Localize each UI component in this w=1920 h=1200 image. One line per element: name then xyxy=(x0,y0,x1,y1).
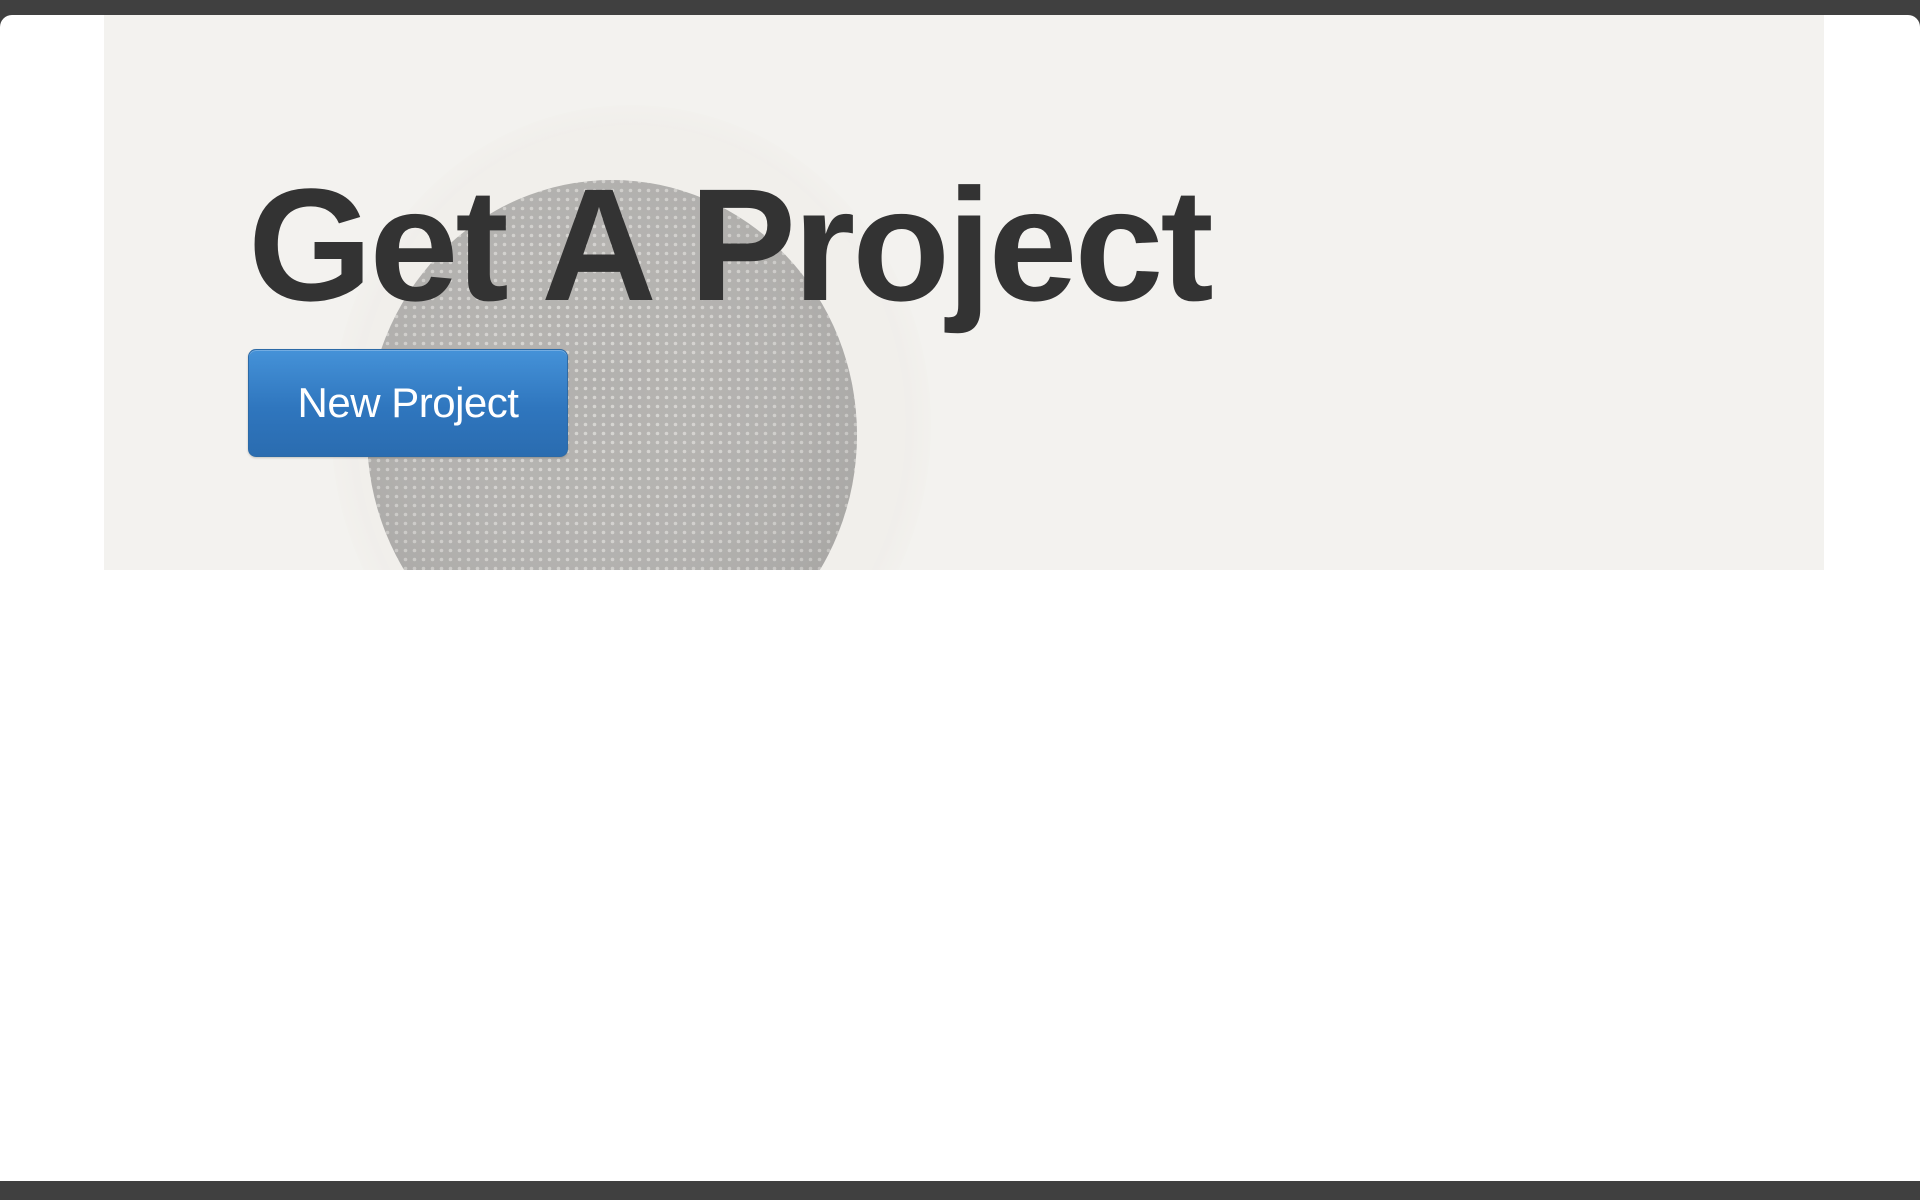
page-title: Get A Project xyxy=(248,155,1214,334)
browser-window: Get A Project New Project xyxy=(0,15,1920,1181)
hero-jumbotron: Get A Project New Project xyxy=(104,15,1824,570)
window-bottom-frame xyxy=(0,1181,1920,1200)
new-project-button[interactable]: New Project xyxy=(248,349,568,457)
